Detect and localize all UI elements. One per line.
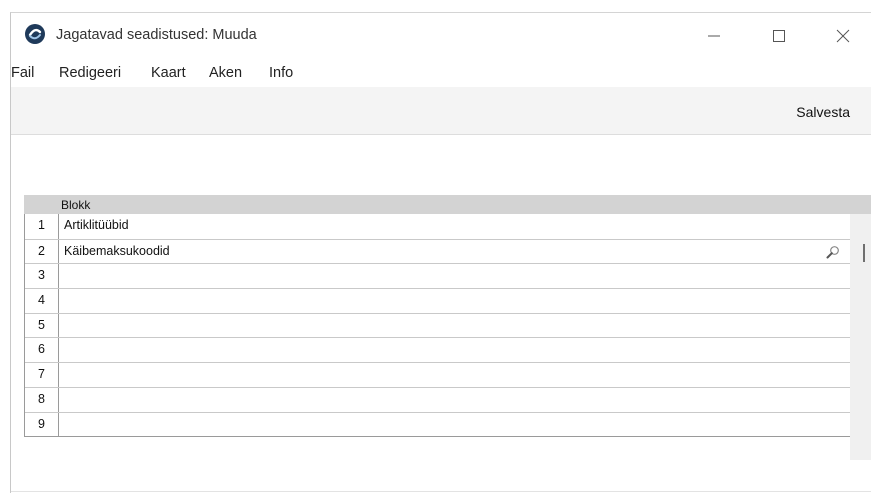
window-bottom-edge bbox=[11, 491, 871, 492]
vertical-scrollbar[interactable] bbox=[850, 214, 871, 460]
block-cell[interactable] bbox=[64, 289, 850, 313]
row-number: 4 bbox=[25, 289, 59, 313]
table-row[interactable]: 9 bbox=[25, 411, 850, 437]
row-number: 6 bbox=[25, 338, 59, 363]
row-number: 2 bbox=[25, 239, 59, 264]
row-number: 1 bbox=[25, 214, 59, 239]
table-row[interactable]: 6 bbox=[25, 337, 850, 363]
window-title: Jagatavad seadistused: Muuda bbox=[56, 27, 257, 43]
grid-rows: 1 Artiklitüübid 2 Käibemaksukoodid 3 4 5… bbox=[24, 214, 850, 438]
magnifier-icon[interactable] bbox=[826, 245, 840, 259]
block-cell[interactable] bbox=[64, 388, 850, 412]
table-row[interactable]: 3 bbox=[25, 263, 850, 289]
maximize-icon[interactable] bbox=[759, 21, 799, 51]
table-row[interactable]: 1 Artiklitüübid bbox=[25, 214, 850, 239]
row-number: 7 bbox=[25, 363, 59, 387]
block-cell[interactable]: Käibemaksukoodid bbox=[64, 240, 850, 264]
table-row[interactable]: 8 bbox=[25, 386, 850, 412]
row-number: 9 bbox=[25, 412, 59, 437]
close-icon[interactable] bbox=[823, 21, 863, 51]
app-window: Jagatavad seadistused: Muuda Fail Redige… bbox=[10, 12, 871, 493]
title-bar[interactable]: Jagatavad seadistused: Muuda bbox=[11, 13, 871, 59]
menu-bar: Fail Redigeeri Kaart Aken Info bbox=[11, 62, 871, 86]
table-row[interactable]: 2 Käibemaksukoodid bbox=[25, 238, 850, 264]
save-button[interactable]: Salvesta bbox=[796, 104, 850, 120]
toolbar: Salvesta bbox=[11, 87, 871, 135]
menu-info[interactable]: Info bbox=[269, 65, 293, 81]
block-cell[interactable]: Artiklitüübid bbox=[64, 214, 850, 239]
menu-edit[interactable]: Redigeeri bbox=[59, 65, 121, 81]
block-cell[interactable] bbox=[64, 314, 850, 338]
row-number: 5 bbox=[25, 313, 59, 338]
block-cell[interactable] bbox=[64, 413, 850, 437]
table-row[interactable]: 7 bbox=[25, 362, 850, 387]
table-row[interactable]: 5 bbox=[25, 312, 850, 338]
minimize-icon[interactable] bbox=[694, 21, 734, 51]
block-cell[interactable] bbox=[64, 264, 850, 288]
row-number: 8 bbox=[25, 387, 59, 412]
app-logo-icon bbox=[25, 24, 45, 44]
block-cell[interactable] bbox=[64, 338, 850, 362]
grid-header: Blokk bbox=[24, 195, 871, 214]
block-cell[interactable] bbox=[64, 363, 850, 387]
row-number: 3 bbox=[25, 264, 59, 289]
column-header-block: Blokk bbox=[61, 198, 91, 212]
menu-window[interactable]: Aken bbox=[209, 65, 242, 81]
table-row[interactable]: 4 bbox=[25, 288, 850, 313]
scrollbar-thumb[interactable] bbox=[863, 244, 865, 262]
menu-file[interactable]: Fail bbox=[11, 65, 34, 81]
menu-card[interactable]: Kaart bbox=[151, 65, 186, 81]
